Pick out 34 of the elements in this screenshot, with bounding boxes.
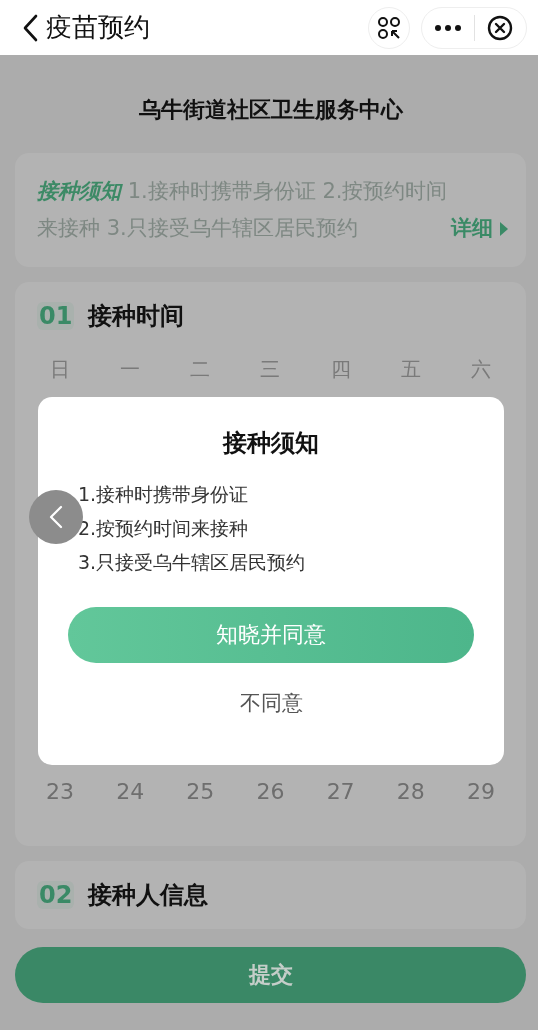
date-cell[interactable]: 24	[116, 779, 145, 804]
date-cell[interactable]: 25	[186, 779, 215, 804]
date-cell[interactable]: 26	[256, 779, 285, 804]
date-cell[interactable]: 27	[326, 779, 355, 804]
step-number: 02	[37, 881, 75, 909]
agree-button[interactable]: 知晓并同意	[68, 607, 474, 663]
weekday-label: 日	[50, 356, 71, 383]
date-cell[interactable]: 23	[46, 779, 75, 804]
notice-item: 1.接种时携带身份证	[78, 482, 250, 507]
more-icon	[433, 23, 462, 32]
weekday-label: 六	[470, 356, 491, 383]
section-title: 接种时间	[88, 301, 185, 332]
scan-button[interactable]	[368, 6, 410, 49]
notice-item: 3.只接受乌牛辖区居民预约	[78, 550, 307, 575]
details-link[interactable]: 详细	[451, 210, 509, 247]
step-number: 01	[37, 302, 75, 330]
section-title: 接种人信息	[88, 880, 209, 911]
close-icon	[487, 14, 514, 41]
scan-icon	[377, 15, 401, 40]
back-icon[interactable]	[22, 13, 38, 42]
date-cell[interactable]: 29	[466, 779, 495, 804]
weekday-label: 三	[260, 356, 281, 383]
center-name: 乌牛街道社区卫生服务中心	[137, 96, 404, 124]
triangle-icon	[499, 220, 509, 237]
dialog-title: 接种须知	[223, 428, 319, 459]
page-title: 疫苗预约	[46, 11, 150, 44]
date-cell[interactable]: 28	[396, 779, 425, 804]
weekday-label: 二	[190, 356, 211, 383]
chevron-left-icon	[49, 505, 63, 529]
submit-button[interactable]: 提交	[15, 947, 526, 1003]
weekday-label: 一	[120, 356, 141, 383]
weekday-label: 四	[330, 356, 351, 383]
weekday-label: 五	[400, 356, 421, 383]
disagree-button[interactable]: 不同意	[229, 685, 313, 721]
